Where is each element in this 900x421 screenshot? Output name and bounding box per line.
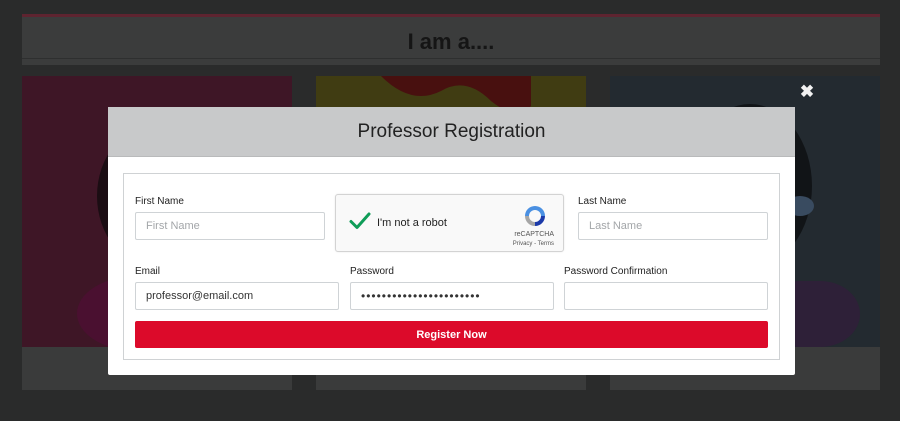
email-label: Email [135, 266, 161, 277]
checkmark-icon[interactable] [348, 209, 372, 233]
registration-form: First Name I'm not a robot reCAPTCHA Pri… [123, 173, 780, 360]
recaptcha-label: I'm not a robot [377, 217, 447, 229]
page-heading: I am a.... [407, 29, 495, 54]
last-name-input[interactable] [578, 212, 768, 240]
password-confirmation-label: Password Confirmation [564, 266, 668, 277]
privacy-link[interactable]: Privacy [513, 241, 533, 247]
recaptcha-logo-icon [525, 206, 545, 226]
recaptcha-widget: I'm not a robot reCAPTCHA Privacy - Term… [335, 194, 564, 252]
recaptcha-brand: reCAPTCHA [514, 231, 554, 238]
close-icon[interactable]: ✖ [799, 83, 815, 100]
password-input[interactable] [350, 282, 554, 310]
register-now-button[interactable]: Register Now [135, 321, 768, 348]
first-name-input[interactable] [135, 212, 325, 240]
last-name-label: Last Name [578, 196, 627, 207]
password-confirmation-input[interactable] [564, 282, 768, 310]
password-label: Password [350, 266, 394, 277]
modal-title: Professor Registration [357, 120, 546, 142]
terms-link[interactable]: Terms [538, 241, 554, 247]
background-header: I am a.... [22, 14, 880, 65]
registration-modal: Professor Registration First Name I'm no… [108, 107, 795, 375]
modal-header: Professor Registration [108, 107, 795, 157]
header-divider [22, 58, 880, 59]
recaptcha-links: Privacy - Terms [513, 241, 554, 247]
first-name-label: First Name [135, 196, 184, 207]
email-input[interactable] [135, 282, 339, 310]
